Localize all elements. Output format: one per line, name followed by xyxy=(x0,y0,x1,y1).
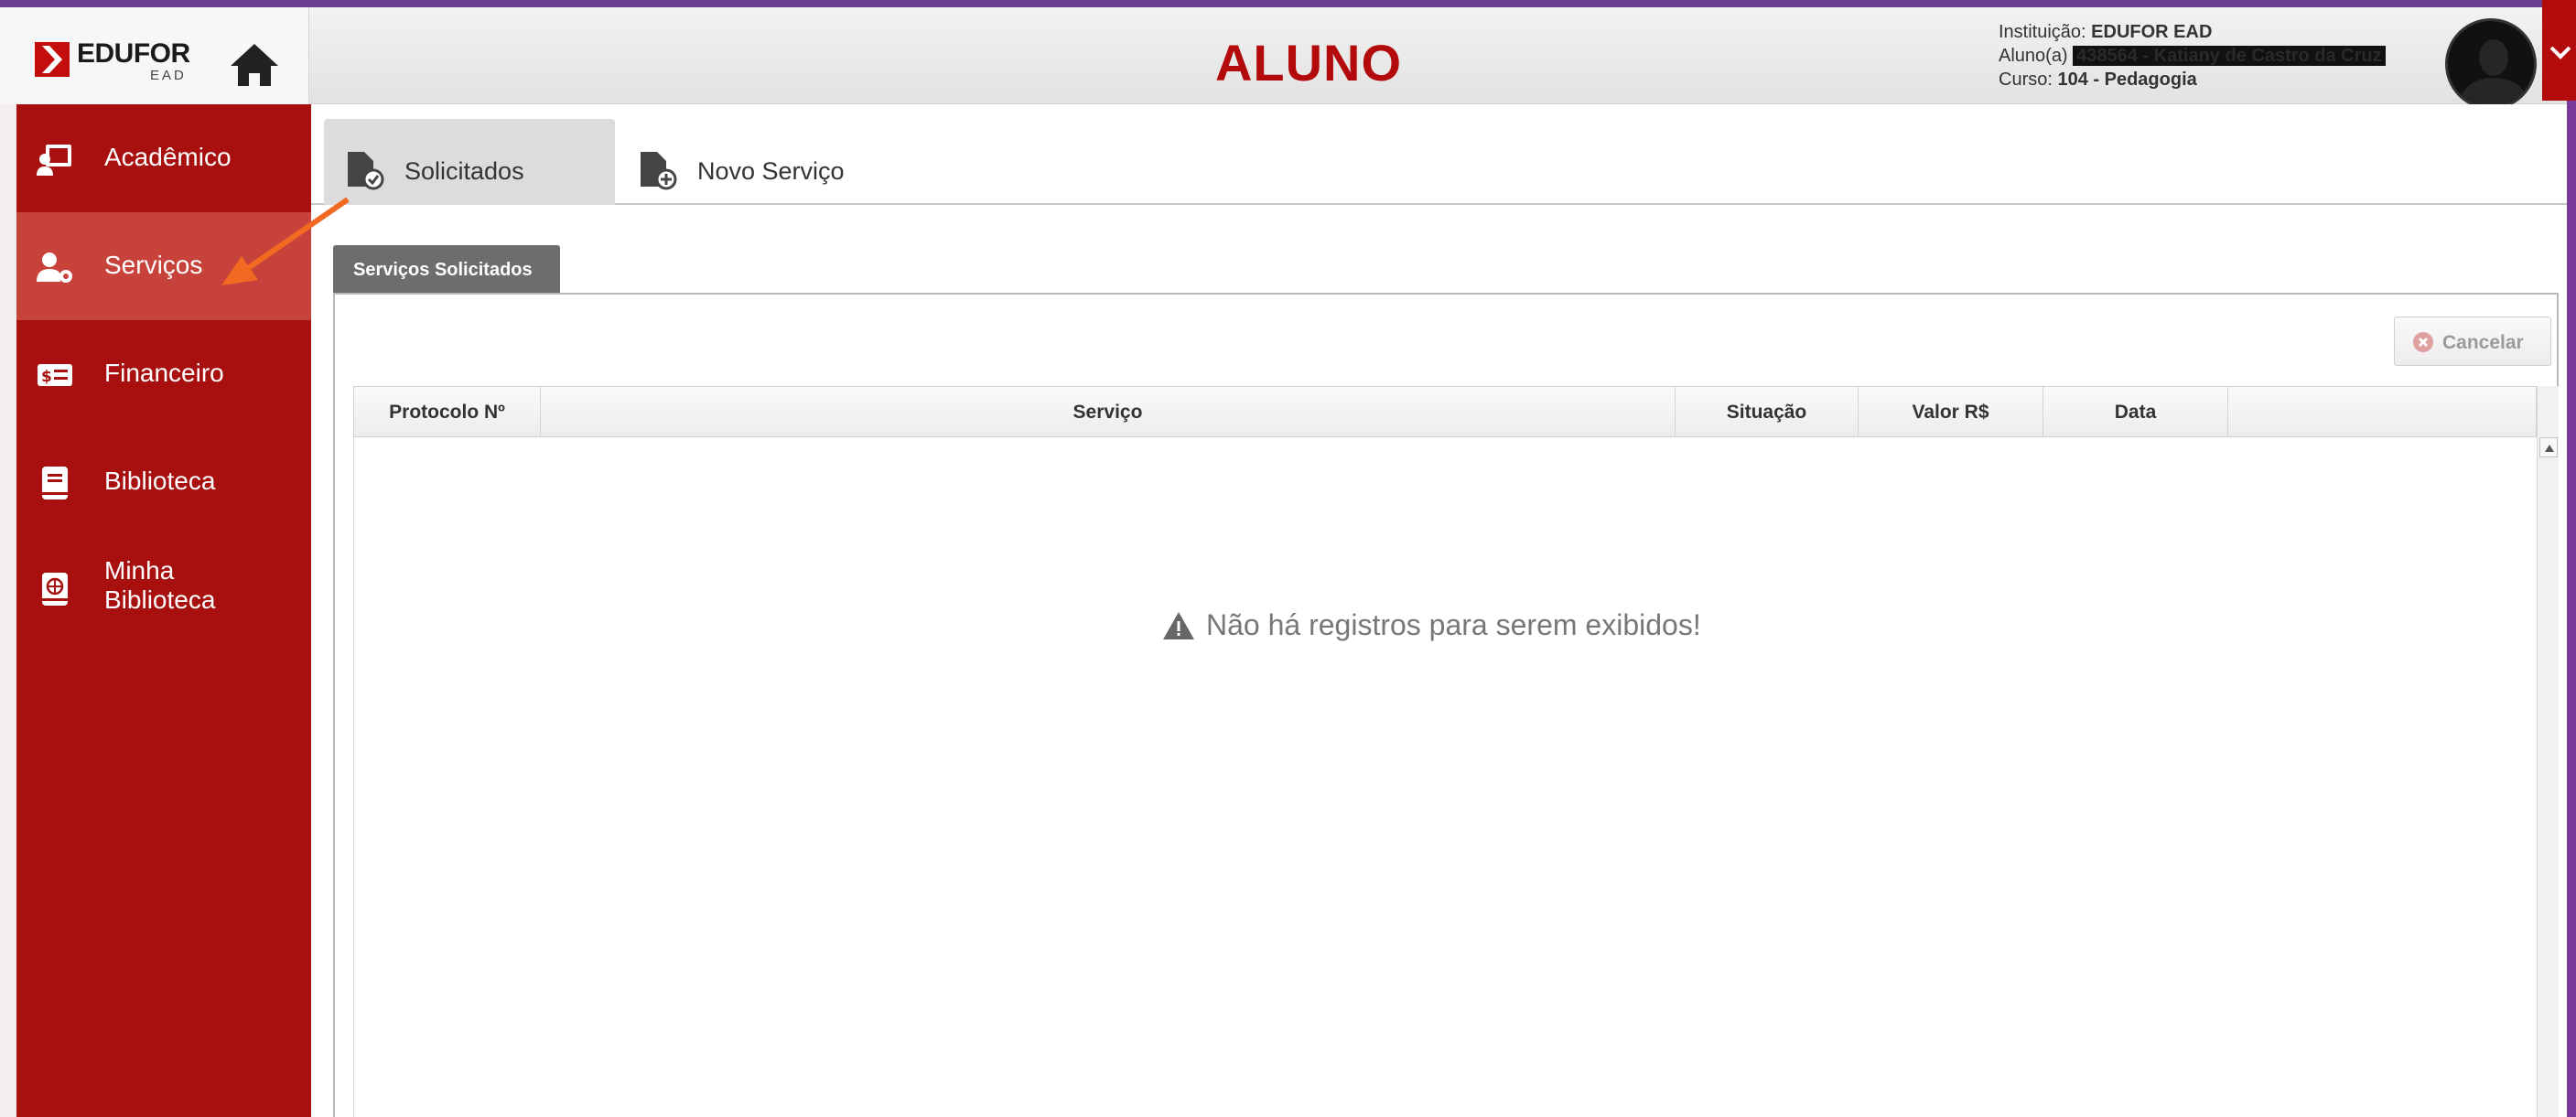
institution-line: Instituição: EDUFOR EAD xyxy=(1999,20,2386,44)
edufor-logo-mark xyxy=(35,42,70,77)
tab-label: Novo Serviço xyxy=(697,157,845,185)
app-header: EDUFOR EAD ALUNO Instituição: EDUFOR EAD… xyxy=(0,7,2576,110)
money-icon: $ xyxy=(38,364,72,386)
panel-title-tab: Serviços Solicitados xyxy=(333,245,560,293)
sidebar-item-label-line1: Minha xyxy=(104,556,175,585)
classroom-icon xyxy=(37,145,71,176)
sidebar-item-minha-biblioteca[interactable]: Minha Biblioteca xyxy=(16,536,311,646)
course-line: Curso: 104 - Pedagogia xyxy=(1999,68,2386,91)
institution-label: Instituição: xyxy=(1999,22,2086,42)
course-label: Curso: xyxy=(1999,70,2053,90)
cancel-label: Cancelar xyxy=(2442,332,2524,353)
sidebar-item-biblioteca[interactable]: Biblioteca xyxy=(16,428,311,536)
institution-value: EDUFOR EAD xyxy=(2091,22,2213,42)
user-gear-icon xyxy=(37,252,72,283)
tabs-bar: Solicitados Novo Serviço xyxy=(311,104,2567,205)
logo-text: EDUFOR xyxy=(77,38,190,69)
svg-text:$: $ xyxy=(41,368,52,386)
arrow-up-icon xyxy=(2545,445,2554,452)
sidebar-item-label: Acadêmico xyxy=(104,143,232,171)
column-header-servico[interactable]: Serviço xyxy=(541,387,1676,436)
page-title: ALUNO xyxy=(1214,34,1403,91)
student-line: Aluno(a) 438564 - Katiany de Castro da C… xyxy=(1999,44,2386,68)
right-edge xyxy=(2567,101,2576,1117)
home-button[interactable] xyxy=(227,40,282,88)
student-info: Instituição: EDUFOR EAD Aluno(a) 438564 … xyxy=(1999,20,2386,91)
sidebar-item-label: Financeiro xyxy=(104,359,224,387)
left-edge xyxy=(0,104,16,1117)
tab-novo-servico[interactable]: Novo Serviço xyxy=(617,119,919,205)
warning-icon xyxy=(1163,611,1194,639)
table-body xyxy=(353,437,2537,1117)
profile-menu-toggle[interactable] xyxy=(2542,0,2576,101)
column-header-data[interactable]: Data xyxy=(2043,387,2228,436)
book-icon xyxy=(42,467,68,499)
empty-state-text: Não há registros para serem exibidos! xyxy=(1206,608,1701,641)
globe-book-icon xyxy=(42,573,68,606)
tab-label: Solicitados xyxy=(404,157,524,185)
empty-state-message: Não há registros para serem exibidos! xyxy=(1162,608,1701,642)
sidebar-item-label: Biblioteca xyxy=(104,467,216,495)
student-value: 438564 - Katiany de Castro da Cruz xyxy=(2073,46,2386,66)
cancel-button[interactable]: Cancelar xyxy=(2394,317,2551,366)
home-icon xyxy=(231,44,278,86)
table-header: Protocolo Nº Serviço Situação Valor R$ D… xyxy=(353,386,2537,437)
column-header-protocolo[interactable]: Protocolo Nº xyxy=(354,387,541,436)
scroll-up-button[interactable] xyxy=(2539,437,2558,457)
file-check-icon xyxy=(348,152,384,190)
chevron-down-icon xyxy=(2549,46,2571,59)
tab-solicitados[interactable]: Solicitados xyxy=(324,119,615,205)
course-value: 104 - Pedagogia xyxy=(2057,70,2197,90)
sidebar-item-label-line2: Biblioteca xyxy=(104,585,216,614)
sidebar-item-label: Minha Biblioteca xyxy=(104,556,215,615)
sidebar-item-financeiro[interactable]: $ Financeiro xyxy=(16,320,311,428)
file-plus-icon xyxy=(641,152,677,190)
column-header-situacao[interactable]: Situação xyxy=(1676,387,1859,436)
avatar[interactable] xyxy=(2445,18,2537,110)
sidebar-item-label: Serviços xyxy=(104,251,203,279)
student-label: Aluno(a) xyxy=(1999,46,2068,66)
top-accent-line xyxy=(0,0,2576,7)
column-header-actions xyxy=(2228,387,2538,436)
logo-subtext: EAD xyxy=(150,68,187,83)
vertical-scrollbar[interactable] xyxy=(2537,386,2559,1117)
logo-area: EDUFOR EAD xyxy=(0,7,309,104)
annotation-arrow-icon xyxy=(221,197,350,285)
column-header-valor[interactable]: Valor R$ xyxy=(1859,387,2043,436)
cancel-icon xyxy=(2413,332,2433,352)
